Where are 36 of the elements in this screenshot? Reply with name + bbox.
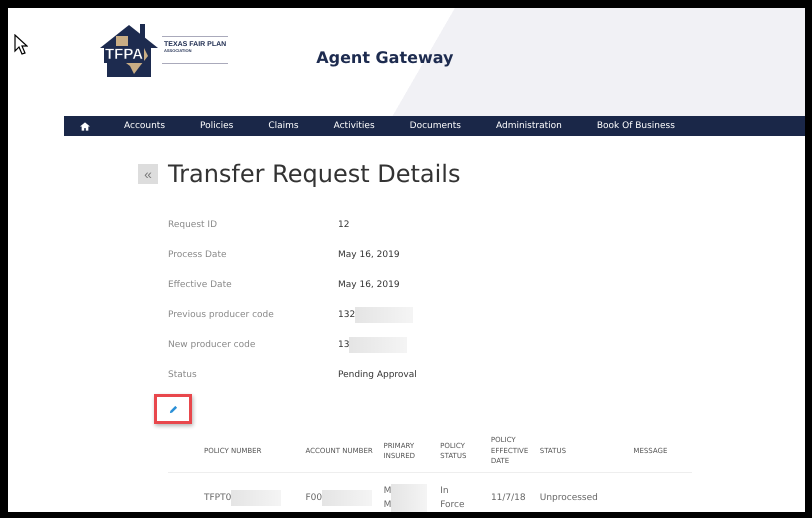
nav-link[interactable]: Accounts <box>124 121 166 131</box>
nav-link[interactable]: Book Of Business <box>596 121 675 131</box>
table-cell-text: In Force <box>440 484 465 512</box>
table-cell-text: 11/7/18 <box>490 492 526 505</box>
page-title: Transfer Request Details <box>168 160 460 188</box>
field-label: Effective Date <box>168 280 233 290</box>
nav-link[interactable]: Policies <box>200 121 234 131</box>
nav-link[interactable]: Documents <box>410 121 461 131</box>
field-value: May 16, 2019 <box>338 280 400 290</box>
table-cell-text: F00 <box>306 492 322 505</box>
table-cell-text: Unprocessed <box>540 492 598 505</box>
nav-link[interactable]: Administration <box>496 121 562 131</box>
field-value: May 16, 2019 <box>338 250 400 260</box>
redaction-bar <box>349 337 408 353</box>
redaction-bar <box>391 484 428 512</box>
field-value: 132 <box>338 310 356 320</box>
field-label: New producer code <box>168 340 256 350</box>
field-value: 13 <box>338 340 350 350</box>
field-label: Request ID <box>168 220 218 230</box>
nav-link[interactable]: Claims <box>268 121 299 131</box>
home-icon[interactable] <box>80 122 90 130</box>
table-cell-text: TFPT0 <box>204 492 232 505</box>
cursor-icon <box>14 34 28 56</box>
field-label: Previous producer code <box>168 310 275 320</box>
redaction-bar <box>322 490 372 506</box>
nav-link[interactable]: Activities <box>334 121 375 131</box>
field-label: Process Date <box>168 250 228 260</box>
logo-text: TFPA <box>104 46 144 63</box>
table-cell-text: M M <box>384 484 392 512</box>
field-label: Status <box>168 370 198 380</box>
field-value: 12 <box>338 220 350 230</box>
redaction-bar <box>355 307 414 323</box>
redaction-bar <box>231 490 282 506</box>
field-value: Pending Approval <box>338 370 417 380</box>
app-title: Agent Gateway <box>316 48 454 67</box>
edit-icon[interactable] <box>168 404 178 414</box>
